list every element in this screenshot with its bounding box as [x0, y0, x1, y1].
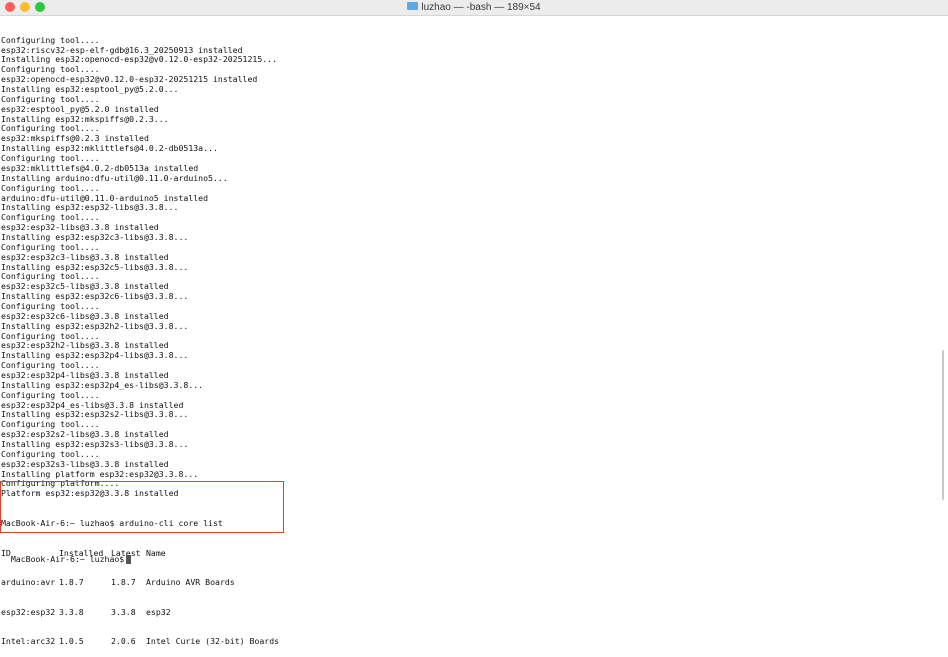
- table-header-name: Name: [146, 548, 166, 558]
- log-line: Configuring tool....: [1, 35, 100, 45]
- log-line: Installing esp32:openocd-esp32@v0.12.0-e…: [1, 55, 278, 65]
- table-cell-name: esp32: [146, 607, 171, 617]
- log-line: esp32:esp32p4_es-libs@3.3.8 installed: [1, 400, 184, 410]
- log-lines: Configuring tool.... esp32:riscv32-esp-el…: [1, 36, 936, 499]
- table-cell-id: esp32:esp32: [1, 607, 56, 617]
- table-header-row: ID Installed Latest Name: [1, 549, 936, 559]
- log-line: Installing arduino:dfu-util@0.11.0-ardui…: [1, 173, 228, 183]
- table-cell-latest: 1.8.7: [111, 578, 136, 588]
- table-cell-installed: 1.8.7: [59, 578, 84, 588]
- log-line: esp32:esp32s3-libs@3.3.8 installed: [1, 459, 169, 469]
- table-cell-installed: 3.3.8: [59, 607, 84, 617]
- log-line: Installing esp32:esp32c3-libs@3.3.8...: [1, 232, 189, 242]
- log-line: Installing esp32:esp32c5-libs@3.3.8...: [1, 262, 189, 272]
- table-cell-name: Intel Curie (32-bit) Boards: [146, 637, 280, 647]
- log-line: Installing esp32:esp32s2-libs@3.3.8...: [1, 410, 189, 420]
- log-line: Configuring tool....: [1, 242, 100, 252]
- log-line: Installing esp32:esp32-libs@3.3.8...: [1, 203, 179, 213]
- table-cell-id: Intel:arc32: [1, 637, 56, 647]
- table-cell-latest: 2.0.6: [111, 637, 136, 647]
- log-line: esp32:esp32c5-libs@3.3.8 installed: [1, 282, 169, 292]
- window-title-text: luzhao — -bash — 189×54: [421, 2, 541, 13]
- log-line: Configuring tool....: [1, 331, 100, 341]
- log-line: esp32:esp32c6-libs@3.3.8 installed: [1, 311, 169, 321]
- log-line: esp32:esp32c3-libs@3.3.8 installed: [1, 252, 169, 262]
- log-line: esp32:mkspiffs@0.2.3 installed: [1, 134, 149, 144]
- highlight-box: [0, 481, 284, 533]
- table-cell-id: arduino:avr: [1, 578, 56, 588]
- window-title: luzhao — -bash — 189×54: [0, 1, 948, 14]
- log-line: Configuring tool....: [1, 124, 100, 134]
- log-line: Configuring tool....: [1, 154, 100, 164]
- log-line: Installing esp32:esp32h2-libs@3.3.8...: [1, 321, 189, 331]
- log-line: esp32:riscv32-esp-elf-gdb@16.3_20250913 …: [1, 45, 243, 55]
- log-line: Configuring tool....: [1, 361, 100, 371]
- title-bar: luzhao — -bash — 189×54: [0, 0, 948, 16]
- log-line: Configuring tool....: [1, 183, 100, 193]
- log-line: esp32:esp32h2-libs@3.3.8 installed: [1, 341, 169, 351]
- log-line: Configuring tool....: [1, 272, 100, 282]
- log-line: Configuring tool....: [1, 390, 100, 400]
- table-row: esp32:esp32 3.3.8 3.3.8 esp32: [1, 608, 936, 618]
- log-line: Installing esp32:mklittlefs@4.0.2-db0513…: [1, 144, 218, 154]
- log-line: Installing esp32:esp32p4_es-libs@3.3.8..…: [1, 380, 204, 390]
- log-line: esp32:esp32-libs@3.3.8 installed: [1, 223, 159, 233]
- log-line: Installing esp32:esptool_py@5.2.0...: [1, 85, 179, 95]
- table-row: Intel:arc32 1.0.5 2.0.6 Intel Curie (32-bit…: [1, 637, 936, 647]
- scrollbar[interactable]: [942, 350, 944, 500]
- log-line: Installing esp32:mkspiffs@0.2.3...: [1, 114, 169, 124]
- log-line: Configuring tool....: [1, 420, 100, 430]
- table-row: arduino:avr 1.8.7 1.8.7 Arduino AVR Boards: [1, 578, 936, 588]
- text-cursor: [126, 555, 132, 564]
- log-line: esp32:openocd-esp32@v0.12.0-esp32-202512…: [1, 75, 258, 85]
- table-cell-installed: 1.0.5: [59, 637, 84, 647]
- log-line: Configuring tool....: [1, 301, 100, 311]
- prompt-line[interactable]: MacBook-Air-6:~ luzhao$: [1, 544, 132, 564]
- log-line: Configuring tool....: [1, 213, 100, 223]
- log-line: esp32:esp32s2-libs@3.3.8 installed: [1, 430, 169, 440]
- log-line: Installing esp32:esp32s3-libs@3.3.8...: [1, 439, 189, 449]
- log-line: esp32:esp32p4-libs@3.3.8 installed: [1, 370, 169, 380]
- log-line: Installing platform esp32:esp32@3.3.8...: [1, 469, 199, 479]
- terminal-output[interactable]: Configuring tool.... esp32:riscv32-esp-el…: [1, 16, 936, 657]
- log-line: esp32:mklittlefs@4.0.2-db0513a installed: [1, 163, 199, 173]
- log-line: Installing esp32:esp32p4-libs@3.3.8...: [1, 351, 189, 361]
- log-line: Configuring tool....: [1, 65, 100, 75]
- log-line: Configuring tool....: [1, 94, 100, 104]
- log-line: Configuring tool....: [1, 449, 100, 459]
- folder-icon: [407, 2, 419, 11]
- log-line: esp32:esptool_py@5.2.0 installed: [1, 104, 159, 114]
- log-line: arduino:dfu-util@0.11.0-arduino5 install…: [1, 193, 209, 203]
- table-cell-name: Arduino AVR Boards: [146, 578, 235, 588]
- table-cell-latest: 3.3.8: [111, 607, 136, 617]
- log-line: Installing esp32:esp32c6-libs@3.3.8...: [1, 292, 189, 302]
